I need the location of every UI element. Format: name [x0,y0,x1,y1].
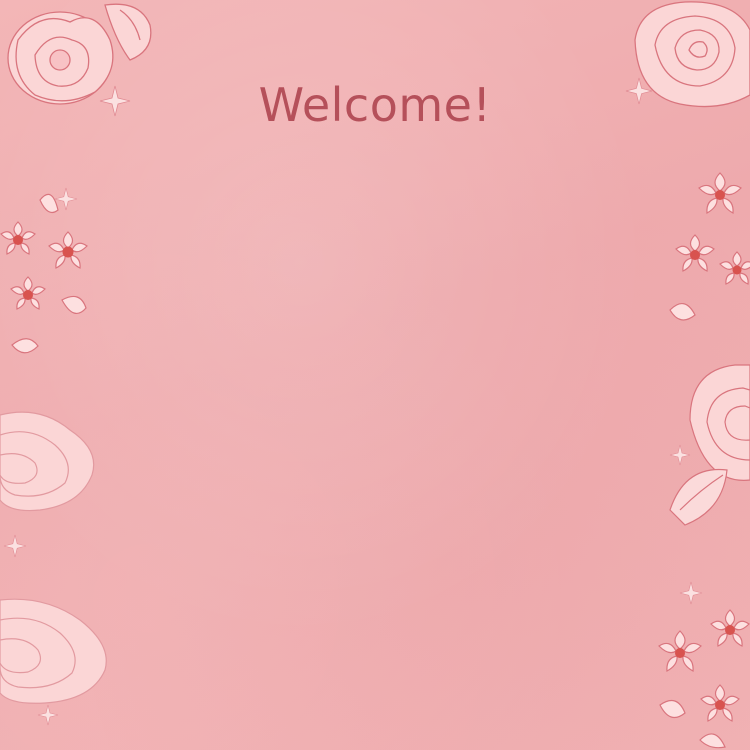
sparkle-icon [99,85,131,117]
peony-icon [7,3,152,105]
cherry-blossom-icon [669,172,750,321]
background-canvas: Welcome! [0,0,750,750]
sparkle-icon [669,444,691,466]
peony-icon [0,411,95,512]
sparkle-icon [37,704,59,726]
sparkle-icon [54,187,78,211]
sparkle-icon [625,77,653,105]
peony-icon [0,598,107,704]
sparkle-icon [679,581,703,605]
cherry-blossom-icon [0,193,88,354]
sparkle-icon [3,534,27,558]
